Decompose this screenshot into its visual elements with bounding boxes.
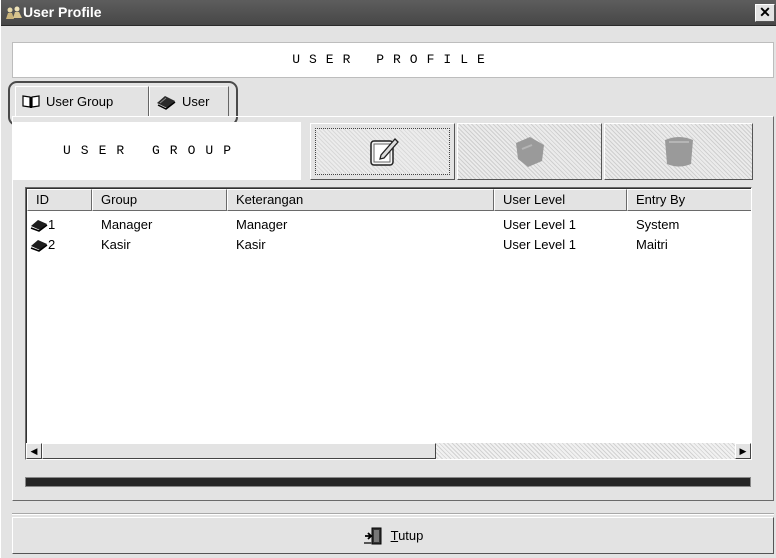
tab-user[interactable]: User [149,86,229,116]
row-user-level: User Level 1 [503,237,576,252]
column-header-entry-by[interactable]: Entry By [627,189,751,211]
user-group-section-label: USER GROUP [13,122,301,180]
tab-user-label: User [182,94,210,109]
row-keterangan: Kasir [236,237,266,252]
row-entry-by: Maitri [636,237,668,252]
scroll-left-button[interactable]: ◀ [26,443,42,459]
delete-icon [664,136,693,166]
scroll-right-button[interactable]: ▶ [735,443,751,459]
user-group-list[interactable]: ID Group Keterangan User Level Entry By … [25,187,752,460]
close-button-mnemonic: T [390,528,399,543]
close-button-label: Tutup [391,528,424,543]
row-keterangan: Manager [236,217,288,232]
book-icon [22,95,40,108]
users-icon [6,6,22,19]
close-window-button[interactable]: ✕ [755,4,775,22]
close-button[interactable]: Tutup [12,517,774,554]
horizontal-scrollbar[interactable]: ◀ ▶ [26,443,751,459]
close-button-label-rest: utup [398,528,424,543]
row-id-cell: 2 [27,235,92,255]
new-document-icon [369,137,399,166]
window-title: User Profile [23,4,102,20]
row-id: 2 [48,237,56,252]
tab-user-group-label: User Group [46,94,114,109]
column-header-id[interactable]: ID [27,189,92,211]
user-profile-window: User Profile ✕ USER PROFILE User Group U… [0,0,776,558]
row-group: Manager [101,217,153,232]
delete-group-button[interactable] [604,123,753,180]
row-entry-by: System [636,217,680,232]
tab-user-group[interactable]: User Group [15,86,149,116]
list-header: ID Group Keterangan User Level Entry By [27,189,751,211]
status-bar [25,477,751,487]
table-row[interactable]: 2 Kasir Kasir User Level 1 Maitri [27,235,747,255]
new-group-button[interactable] [310,123,455,180]
user-book-icon [30,240,48,252]
exit-door-icon [363,527,382,544]
user-book-icon [157,95,176,110]
column-header-user-level[interactable]: User Level [494,189,627,211]
edit-group-button[interactable] [457,123,602,180]
user-book-icon [30,220,48,232]
row-id: 1 [48,217,56,232]
row-id-cell: 1 [27,215,92,235]
footer-divider [12,513,774,515]
row-user-level: User Level 1 [503,217,576,232]
title-bar[interactable]: User Profile ✕ [1,0,776,26]
column-header-keterangan[interactable]: Keterangan [227,189,494,211]
column-header-group[interactable]: Group [92,189,227,211]
table-row[interactable]: 1 Manager Manager User Level 1 System [27,215,747,235]
scrollbar-thumb[interactable] [42,443,436,459]
row-group: Kasir [101,237,131,252]
edit-icon [515,136,544,167]
page-banner: USER PROFILE [12,42,774,78]
